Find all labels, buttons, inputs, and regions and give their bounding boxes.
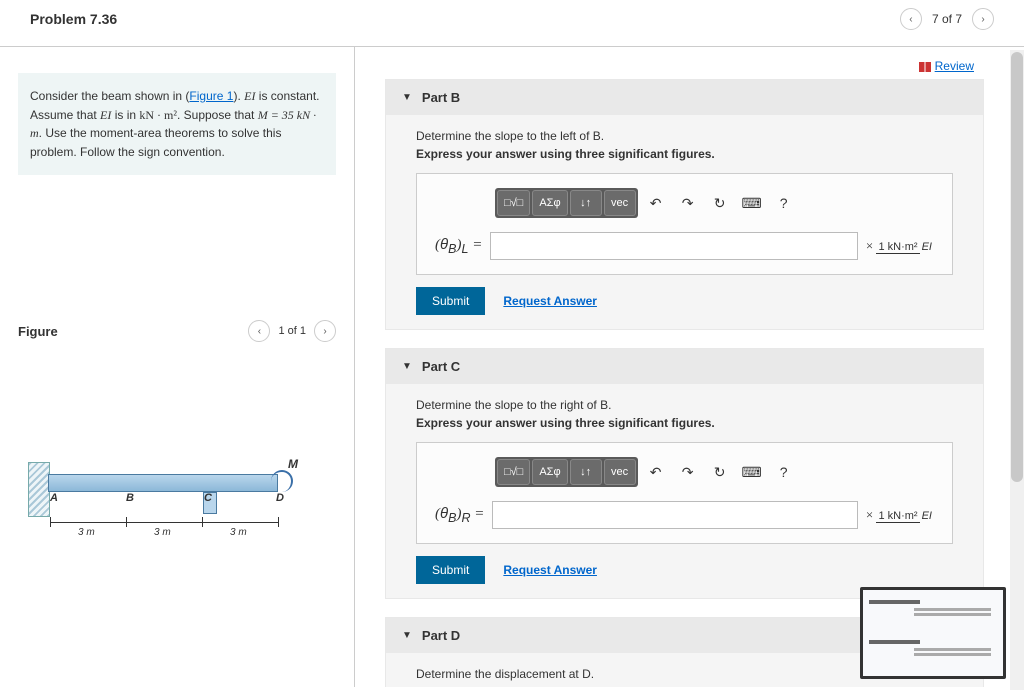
help-button[interactable]: ? (770, 195, 798, 211)
greek-button[interactable]: ΑΣφ (532, 190, 567, 216)
scrollbar[interactable] (1010, 50, 1024, 690)
desc-text: is in (111, 108, 139, 122)
undo-button[interactable]: ↶ (642, 195, 670, 212)
undo-button[interactable]: ↶ (642, 464, 670, 481)
part-d-instr: Express your answer using three signific… (416, 685, 953, 687)
answer-box-c: □√□ ΑΣφ ↓↑ vec ↶ ↷ ↻ ⌨ ? (θB)R = (416, 442, 953, 544)
part-b-header[interactable]: Part B (386, 80, 983, 115)
figure-title: Figure (18, 324, 58, 339)
fig-page: 1 of 1 (278, 325, 306, 337)
redo-button[interactable]: ↷ (674, 195, 702, 212)
part-c-header[interactable]: Part C (386, 349, 983, 384)
fig-prev-button[interactable]: ‹ (248, 320, 270, 342)
templates-button[interactable]: □√□ (497, 190, 530, 216)
answer-box-b: □√□ ΑΣφ ↓↑ vec ↶ ↷ ↻ ⌨ ? (θB)L = (416, 173, 953, 275)
desc-text: . Suppose that (177, 108, 258, 122)
dim-2: 3 m (154, 527, 171, 538)
submit-button-c[interactable]: Submit (416, 556, 485, 584)
beam-figure: M A B C D 3 m 3 m 3 m (18, 432, 308, 542)
point-c: C (204, 492, 212, 504)
vector-button[interactable]: vec (604, 459, 636, 485)
unit-text: kN · m² (139, 108, 177, 122)
lhs-b: (θB)L = (435, 236, 482, 256)
next-button[interactable]: › (972, 8, 994, 30)
page-indicator: 7 of 7 (932, 12, 962, 26)
part-c-prompt: Determine the slope to the right of B. (416, 398, 953, 412)
keyboard-button[interactable]: ⌨ (738, 195, 766, 212)
answer-input-c[interactable] (492, 501, 858, 529)
review-link[interactable]: Review (385, 59, 1024, 73)
point-b: B (126, 492, 134, 504)
preview-thumbnail[interactable] (860, 587, 1006, 679)
scroll-thumb[interactable] (1011, 52, 1023, 482)
fig-next-button[interactable]: › (314, 320, 336, 342)
point-d: D (276, 492, 284, 504)
part-c: Part C Determine the slope to the right … (385, 348, 984, 599)
reset-button[interactable]: ↻ (706, 464, 734, 481)
dim-1: 3 m (78, 527, 95, 538)
submit-button-b[interactable]: Submit (416, 287, 485, 315)
part-b-instr: Express your answer using three signific… (416, 147, 953, 161)
request-answer-c[interactable]: Request Answer (503, 563, 597, 577)
templates-button[interactable]: □√□ (497, 459, 530, 485)
subscript-button[interactable]: ↓↑ (570, 459, 602, 485)
part-b: Part B Determine the slope to the left o… (385, 79, 984, 330)
problem-description: Consider the beam shown in (Figure 1). E… (18, 73, 336, 175)
problem-title: Problem 7.36 (30, 11, 117, 27)
var-ei: EI (244, 89, 255, 103)
desc-text: Consider the beam shown in ( (30, 89, 189, 103)
redo-button[interactable]: ↷ (674, 464, 702, 481)
part-c-instr: Express your answer using three signific… (416, 416, 953, 430)
desc-text: . Use the moment-area theorems to solve … (30, 126, 281, 159)
lhs-c: (θB)R = (435, 505, 484, 525)
math-toolbar: □√□ ΑΣφ ↓↑ vec ↶ ↷ ↻ ⌨ ? (495, 188, 934, 218)
reset-button[interactable]: ↻ (706, 195, 734, 212)
var-ei: EI (100, 108, 111, 122)
subscript-button[interactable]: ↓↑ (570, 190, 602, 216)
help-button[interactable]: ? (770, 464, 798, 480)
desc-text: ). (233, 89, 244, 103)
unit-c: × 1 kN·m²EI (866, 507, 934, 523)
moment-label: M (288, 457, 298, 471)
greek-button[interactable]: ΑΣφ (532, 459, 567, 485)
page-nav: ‹ 7 of 7 › (900, 8, 994, 30)
figure-link[interactable]: Figure 1 (189, 89, 233, 103)
vector-button[interactable]: vec (604, 190, 636, 216)
part-b-prompt: Determine the slope to the left of B. (416, 129, 953, 143)
prev-button[interactable]: ‹ (900, 8, 922, 30)
dim-3: 3 m (230, 527, 247, 538)
answer-input-b[interactable] (490, 232, 858, 260)
keyboard-button[interactable]: ⌨ (738, 464, 766, 481)
point-a: A (50, 492, 58, 504)
unit-b: × 1 kN·m²EI (866, 238, 934, 254)
request-answer-b[interactable]: Request Answer (503, 294, 597, 308)
math-toolbar: □√□ ΑΣφ ↓↑ vec ↶ ↷ ↻ ⌨ ? (495, 457, 934, 487)
